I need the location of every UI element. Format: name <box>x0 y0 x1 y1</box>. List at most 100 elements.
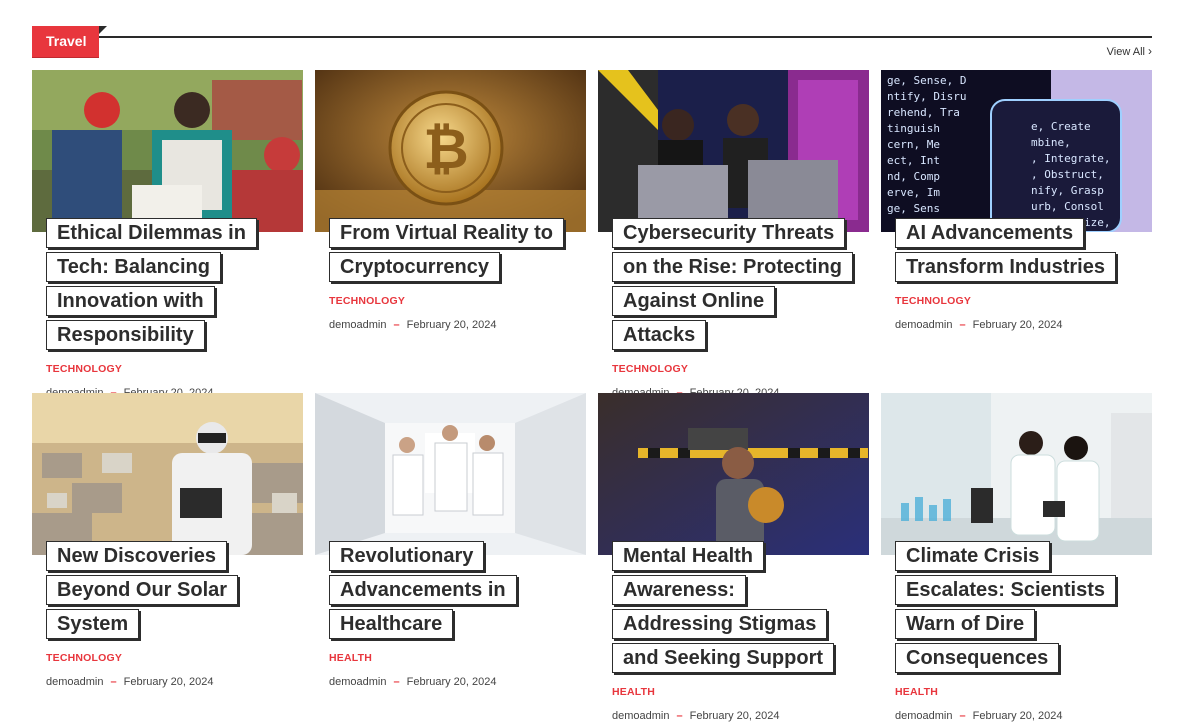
post-title[interactable]: Revolutionary Advancements in Healthcare <box>315 541 586 643</box>
post-date[interactable]: February 20, 2024 <box>690 710 780 722</box>
post-date[interactable]: February 20, 2024 <box>407 319 497 331</box>
svg-text:mbine,: mbine, <box>1031 136 1071 149</box>
post-category[interactable]: HEALTH <box>612 686 869 698</box>
meta-separator: – <box>676 710 683 722</box>
chevron-right-icon: › <box>1148 44 1152 58</box>
post-title-line: System <box>46 609 140 639</box>
section-header: Travel View All › <box>32 26 1152 60</box>
svg-text:, Obstruct,: , Obstruct, <box>1031 168 1104 181</box>
post-meta: demoadmin–February 20, 2024 <box>329 319 586 331</box>
doctors-corridor-image <box>315 393 586 555</box>
post-title-line: Innovation with <box>46 286 215 316</box>
post-thumbnail[interactable]: ₿ <box>315 70 586 232</box>
post-card: Ethical Dilemmas in Tech: Balancing Inno… <box>32 70 303 399</box>
svg-text:nd, Comp: nd, Comp <box>887 170 940 183</box>
svg-text:ect, Int: ect, Int <box>887 154 940 167</box>
post-author[interactable]: demoadmin <box>329 319 386 331</box>
post-thumbnail[interactable] <box>32 70 303 232</box>
post-card: Cybersecurity Threats on the Rise: Prote… <box>598 70 869 399</box>
svg-text:cern, Me: cern, Me <box>887 138 940 151</box>
svg-text:ge, Sense, D: ge, Sense, D <box>887 74 966 87</box>
post-title-line: AI Advancements <box>895 218 1085 248</box>
post-meta: demoadmin–February 20, 2024 <box>895 710 1152 722</box>
post-title[interactable]: Cybersecurity Threats on the Rise: Prote… <box>598 218 869 354</box>
post-title-line: Consequences <box>895 643 1060 673</box>
hazmat-waste-image <box>32 393 303 555</box>
post-category[interactable]: HEALTH <box>329 652 586 664</box>
post-date[interactable]: February 20, 2024 <box>124 676 214 688</box>
post-thumbnail[interactable] <box>315 393 586 555</box>
post-meta: demoadmin–February 20, 2024 <box>46 676 303 688</box>
svg-text:ntify, Disru: ntify, Disru <box>887 90 966 103</box>
post-title-line: Revolutionary <box>329 541 485 571</box>
post-thumbnail[interactable] <box>32 393 303 555</box>
view-all-link[interactable]: View All › <box>1107 44 1152 58</box>
post-title-line: Addressing Stigmas <box>612 609 828 639</box>
post-author[interactable]: demoadmin <box>895 710 952 722</box>
post-title[interactable]: From Virtual Reality to Cryptocurrency <box>315 218 586 286</box>
post-card: Mental Health Awareness: Addressing Stig… <box>598 393 869 722</box>
post-thumbnail[interactable] <box>598 393 869 555</box>
post-title-line: Mental Health <box>612 541 765 571</box>
post-thumbnail[interactable] <box>598 70 869 232</box>
svg-text:erve, Im: erve, Im <box>887 186 940 199</box>
post-title-line: Escalates: Scientists <box>895 575 1116 605</box>
neon-laptop-team-image <box>598 70 869 232</box>
post-title-line: Tech: Balancing <box>46 252 221 282</box>
post-author[interactable]: demoadmin <box>329 676 386 688</box>
post-thumbnail[interactable]: ge, Sense, D ntify, Disru rehend, Tra ti… <box>881 70 1152 232</box>
svg-text:tinguish: tinguish <box>887 122 940 135</box>
post-title-line: New Discoveries <box>46 541 227 571</box>
post-author[interactable]: demoadmin <box>612 710 669 722</box>
meta-separator: – <box>959 710 966 722</box>
post-title[interactable]: New Discoveries Beyond Our Solar System <box>32 541 303 643</box>
post-meta: demoadmin–February 20, 2024 <box>329 676 586 688</box>
post-title-line: Advancements in <box>329 575 517 605</box>
post-title-line: Responsibility <box>46 320 205 350</box>
post-title[interactable]: AI Advancements Transform Industries <box>881 218 1152 286</box>
section-tag[interactable]: Travel <box>32 26 107 57</box>
post-card: New Discoveries Beyond Our Solar System … <box>32 393 303 688</box>
svg-text:urb, Consol: urb, Consol <box>1031 200 1104 213</box>
post-date[interactable]: February 20, 2024 <box>973 710 1063 722</box>
post-title-line: Against Online <box>612 286 776 316</box>
post-title-line: Cryptocurrency <box>329 252 500 282</box>
post-title-line: Beyond Our Solar <box>46 575 239 605</box>
post-date[interactable]: February 20, 2024 <box>973 319 1063 331</box>
post-title[interactable]: Mental Health Awareness: Addressing Stig… <box>598 541 869 677</box>
bitcoin-coin-image: ₿ <box>315 70 586 232</box>
meta-separator: – <box>959 319 966 331</box>
post-card: Climate Crisis Escalates: Scientists War… <box>881 393 1152 722</box>
post-title-line: Transform Industries <box>895 252 1116 282</box>
post-title-line: Healthcare <box>329 609 454 639</box>
post-author[interactable]: demoadmin <box>895 319 952 331</box>
lab-scientists-image <box>881 393 1152 555</box>
meta-separator: – <box>393 319 400 331</box>
post-category[interactable]: TECHNOLOGY <box>329 295 586 307</box>
post-category[interactable]: TECHNOLOGY <box>46 363 303 375</box>
code-words-screen-image: ge, Sense, D ntify, Disru rehend, Tra ti… <box>881 70 1152 232</box>
post-category[interactable]: HEALTH <box>895 686 1152 698</box>
post-title[interactable]: Climate Crisis Escalates: Scientists War… <box>881 541 1152 677</box>
post-title-line: Attacks <box>612 320 707 350</box>
view-all-label: View All <box>1106 46 1145 58</box>
svg-text:₿: ₿ <box>423 117 469 182</box>
meta-separator: – <box>110 676 117 688</box>
post-category[interactable]: TECHNOLOGY <box>895 295 1152 307</box>
post-title-line: Cybersecurity Threats <box>612 218 846 248</box>
astronaut-woman-image <box>598 393 869 555</box>
post-title-line: Warn of Dire <box>895 609 1036 639</box>
protest-newspapers-image <box>32 70 303 232</box>
post-title-line: on the Rise: Protecting <box>612 252 853 282</box>
post-card: Revolutionary Advancements in Healthcare… <box>315 393 586 688</box>
post-thumbnail[interactable] <box>881 393 1152 555</box>
post-title-line: Climate Crisis <box>895 541 1051 571</box>
post-category[interactable]: TECHNOLOGY <box>46 652 303 664</box>
post-category[interactable]: TECHNOLOGY <box>612 363 869 375</box>
post-date[interactable]: February 20, 2024 <box>407 676 497 688</box>
post-title-line: Awareness: <box>612 575 746 605</box>
section-divider <box>92 36 1152 38</box>
post-card: ₿ From Virtual Reality to Cryptocurrency… <box>315 70 586 331</box>
post-author[interactable]: demoadmin <box>46 676 103 688</box>
post-title[interactable]: Ethical Dilemmas in Tech: Balancing Inno… <box>32 218 303 354</box>
